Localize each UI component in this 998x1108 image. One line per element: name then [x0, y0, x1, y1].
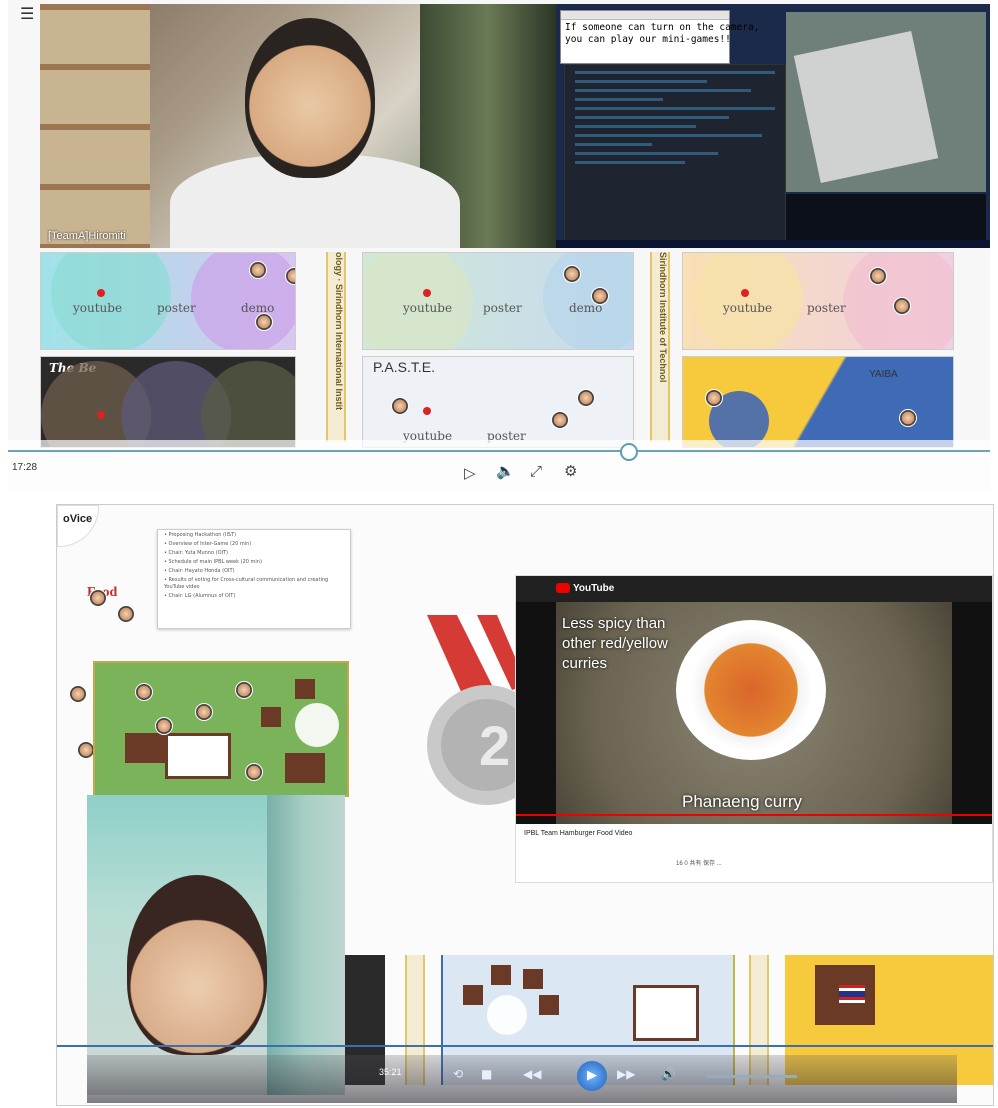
garden-room[interactable]: [93, 661, 349, 797]
avatar[interactable]: [135, 683, 153, 701]
participant-head: [245, 18, 375, 178]
avatar[interactable]: [117, 605, 135, 623]
volume-icon[interactable]: 🔊: [661, 1067, 676, 1081]
svg-text:2: 2: [479, 714, 510, 777]
logo-badge: [57, 505, 99, 547]
top-screenshot: [TeamA]Hiromiti If someone can turn on t…: [8, 0, 990, 492]
current-time: 35:21: [379, 1067, 402, 1077]
volume-icon[interactable]: 🔈: [496, 462, 515, 480]
notepad-window[interactable]: If someone can turn on the camera, you c…: [560, 10, 760, 64]
youtube-marker[interactable]: [97, 289, 105, 297]
university-banner: ology · Sirindhorn International Instit: [326, 252, 346, 442]
avatar[interactable]: [577, 389, 595, 407]
code-editor-window: [564, 64, 786, 242]
room-label: youtube: [723, 301, 773, 315]
shared-desktop-screen: If someone can turn on the camera, you c…: [556, 4, 990, 248]
participant-camera-video: [TeamA]Hiromiti: [40, 4, 556, 248]
participant-head: [127, 875, 267, 1055]
avatar[interactable]: [591, 287, 609, 305]
rewind-icon[interactable]: ◀◀: [523, 1067, 541, 1081]
game-window: [786, 12, 986, 192]
volume-slider[interactable]: [707, 1075, 797, 1078]
youtube-marker[interactable]: [741, 289, 749, 297]
room-6[interactable]: YAIBA: [682, 356, 954, 448]
room-5[interactable]: P.A.S.T.E. youtube poster: [362, 356, 634, 448]
avatar[interactable]: [893, 297, 911, 315]
avatar[interactable]: [551, 411, 569, 429]
screen[interactable]: [165, 733, 231, 779]
avatar[interactable]: [869, 267, 887, 285]
room-label: poster: [807, 301, 846, 315]
room-label: poster: [157, 301, 196, 315]
room-3[interactable]: youtube poster: [682, 252, 954, 350]
avatar[interactable]: [155, 717, 173, 735]
control-panel: [87, 1055, 957, 1103]
avatar[interactable]: [285, 267, 295, 285]
avatar[interactable]: [69, 685, 87, 703]
play-icon[interactable]: ▶: [577, 1061, 607, 1091]
fast-forward-icon[interactable]: ▶▶: [617, 1067, 635, 1081]
avatar[interactable]: [245, 763, 263, 781]
loop-icon[interactable]: ⟲: [453, 1067, 463, 1081]
caption-text: Less spicy than other red/yellow curries: [562, 615, 668, 672]
avatar[interactable]: [899, 409, 917, 427]
avatar[interactable]: [249, 261, 267, 279]
hamburger-icon[interactable]: ☰: [20, 4, 34, 23]
agenda-panel: • Proposing Hackathon (IIST) • Overview …: [157, 529, 351, 629]
university-banner: Sirindhorn Institute of Technol: [650, 252, 670, 442]
room-title: YAIBA: [869, 369, 898, 380]
room-label: poster: [483, 301, 522, 315]
app-logo: oVice: [63, 513, 93, 525]
seek-bar[interactable]: [8, 450, 990, 452]
youtube-marker[interactable]: [97, 411, 105, 419]
bottom-screenshot: oVice • Proposing Hackathon (IIST) • Ove…: [56, 504, 994, 1106]
flag: [839, 985, 865, 1003]
stop-icon[interactable]: ■: [481, 1067, 492, 1081]
avatar[interactable]: [195, 703, 213, 721]
youtube-window: YouTube Less spicy than other red/yellow…: [515, 575, 993, 883]
youtube-marker[interactable]: [423, 407, 431, 415]
play-icon[interactable]: ▷: [464, 464, 476, 482]
avatar[interactable]: [235, 681, 253, 699]
youtube-play-icon: [556, 583, 570, 594]
room-4[interactable]: The Be: [40, 356, 296, 448]
room-title: P.A.S.T.E.: [373, 359, 435, 375]
video-meta: 16 0 共有 保存 ...: [676, 861, 722, 867]
video-progress[interactable]: [516, 814, 992, 816]
video-title: IPBL Team Hamburger Food Video: [524, 830, 633, 837]
room-2[interactable]: youtube poster demo: [362, 252, 634, 350]
video-player-controls: 17:28 ▷ 🔈 ⤢ ⚙: [8, 440, 990, 492]
youtube-video[interactable]: Less spicy than other red/yellow curries…: [516, 602, 992, 824]
video-subtitle: Phanaeng curry: [682, 792, 803, 811]
youtube-brand: YouTube: [573, 583, 615, 594]
notepad-text: If someone can turn on the camera, you c…: [565, 22, 760, 45]
youtube-marker[interactable]: [423, 289, 431, 297]
video-player-controls: 35:21 ⟲ ■ ◀◀ ▶ ▶▶ 🔊: [57, 1045, 993, 1105]
bookshelf: [40, 4, 150, 248]
avatar[interactable]: [89, 589, 107, 607]
seek-handle[interactable]: [620, 443, 638, 461]
video-caption: Less spicy than other red/yellow curries: [562, 614, 702, 674]
room-label: youtube: [403, 301, 453, 315]
avatar[interactable]: [255, 313, 273, 331]
taskbar: [556, 240, 990, 248]
terminal-window: [786, 194, 986, 240]
avatar[interactable]: [563, 265, 581, 283]
room-label: youtube: [73, 301, 123, 315]
game-map: [793, 30, 939, 184]
room-1[interactable]: youtube poster demo: [40, 252, 296, 350]
current-time: 17:28: [12, 462, 38, 473]
room-label: demo: [241, 301, 275, 315]
settings-icon[interactable]: ⚙: [564, 462, 577, 480]
notepad-titlebar[interactable]: [561, 11, 729, 20]
screen[interactable]: [633, 985, 699, 1041]
avatar[interactable]: [391, 397, 409, 415]
fullscreen-icon[interactable]: ⤢: [530, 462, 542, 480]
participant-name-label: [TeamA]Hiromiti: [48, 230, 126, 242]
avatar[interactable]: [705, 389, 723, 407]
seek-bar[interactable]: [57, 1045, 993, 1047]
youtube-logo[interactable]: YouTube: [556, 583, 614, 594]
